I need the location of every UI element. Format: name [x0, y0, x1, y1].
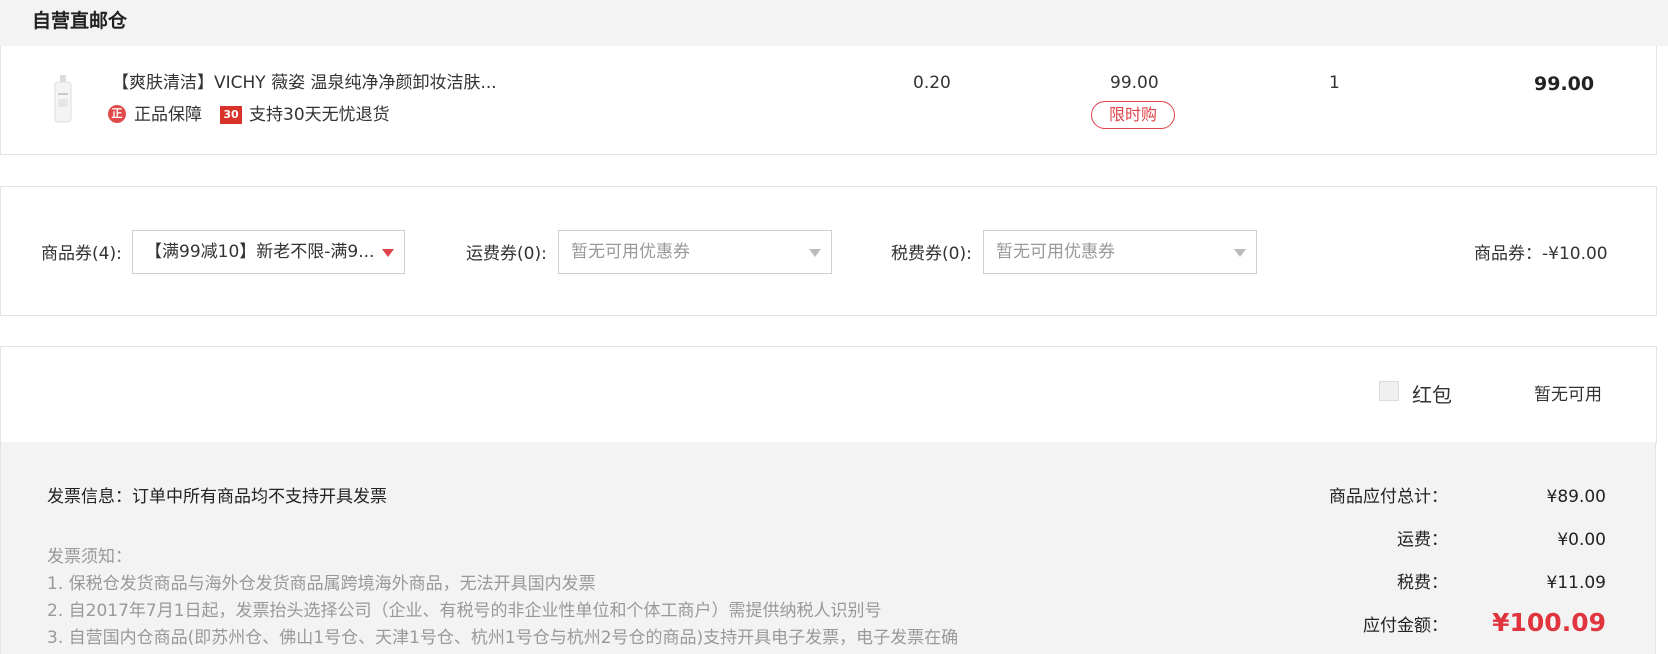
authentic-tag: 正品保障: [134, 105, 202, 125]
warehouse-title: 自营直邮仓: [32, 10, 128, 32]
authentic-icon: 正: [108, 105, 126, 123]
goods-coupon-value: 【满99减10】新老不限-满9...: [145, 242, 375, 262]
goods-total-value: ¥89.00: [1546, 487, 1606, 507]
product-tax: 0.20: [913, 73, 951, 93]
invoice-info: 发票信息：订单中所有商品均不支持开具发票: [47, 487, 387, 507]
red-packet-section: [0, 346, 1657, 444]
product-name-link[interactable]: 【爽肤清洁】VICHY 薇姿 温泉纯净净颜卸妆洁肤...: [112, 72, 497, 94]
coupon-summary: 商品券：-¥10.00: [1474, 244, 1608, 264]
invoice-notice-item: 1. 保税仓发货商品与海外仓发货商品属跨境海外商品，无法开具国内发票: [47, 574, 596, 594]
shipping-coupon-placeholder: 暂无可用优惠券: [571, 242, 690, 262]
tax-fee-label: 税费：: [1397, 573, 1448, 593]
return-30-icon: 30: [220, 106, 242, 124]
chevron-down-icon: [1234, 249, 1246, 257]
product-quantity: 1: [1329, 73, 1340, 93]
payable-amount: ¥100.09: [1492, 608, 1606, 637]
tax-fee-value: ¥11.09: [1546, 573, 1606, 593]
product-thumbnail[interactable]: [52, 75, 74, 123]
return-tag: 支持30天无忧退货: [249, 105, 390, 125]
goods-coupon-select[interactable]: 【满99减10】新老不限-满9...: [132, 230, 405, 274]
invoice-notice-title: 发票须知：: [47, 547, 132, 567]
goods-total-label: 商品应付总计：: [1329, 487, 1448, 507]
product-row: [0, 46, 1657, 155]
warehouse-header: [0, 0, 1668, 46]
shipping-fee-label: 运费：: [1397, 530, 1448, 550]
payable-label: 应付金额：: [1363, 616, 1448, 636]
limit-buy-badge: 限时购: [1091, 101, 1175, 129]
red-packet-label[interactable]: 红包: [1412, 382, 1452, 408]
chevron-down-icon: [809, 249, 821, 257]
goods-coupon-label: 商品券(4):: [41, 244, 122, 264]
product-price: 99.00: [1110, 73, 1159, 93]
shipping-coupon-label: 运费券(0):: [466, 244, 547, 264]
product-subtotal: 99.00: [1534, 73, 1595, 95]
chevron-down-icon: [382, 249, 394, 257]
shipping-coupon-select[interactable]: 暂无可用优惠券: [558, 230, 832, 274]
invoice-notice-item: 3. 自营国内仓商品(即苏州仓、佛山1号仓、天津1号仓、杭州1号仓与杭州2号仓的…: [47, 628, 959, 648]
tax-coupon-label: 税费券(0):: [891, 244, 972, 264]
invoice-notice-item: 2. 自2017年7月1日起，发票抬头选择公司（企业、有税号的非企业性单位和个体…: [47, 601, 882, 621]
red-packet-status: 暂无可用: [1534, 385, 1602, 405]
tax-coupon-select[interactable]: 暂无可用优惠券: [983, 230, 1257, 274]
red-packet-checkbox[interactable]: [1379, 381, 1399, 401]
shipping-fee-value: ¥0.00: [1557, 530, 1606, 550]
tax-coupon-placeholder: 暂无可用优惠券: [996, 242, 1115, 262]
